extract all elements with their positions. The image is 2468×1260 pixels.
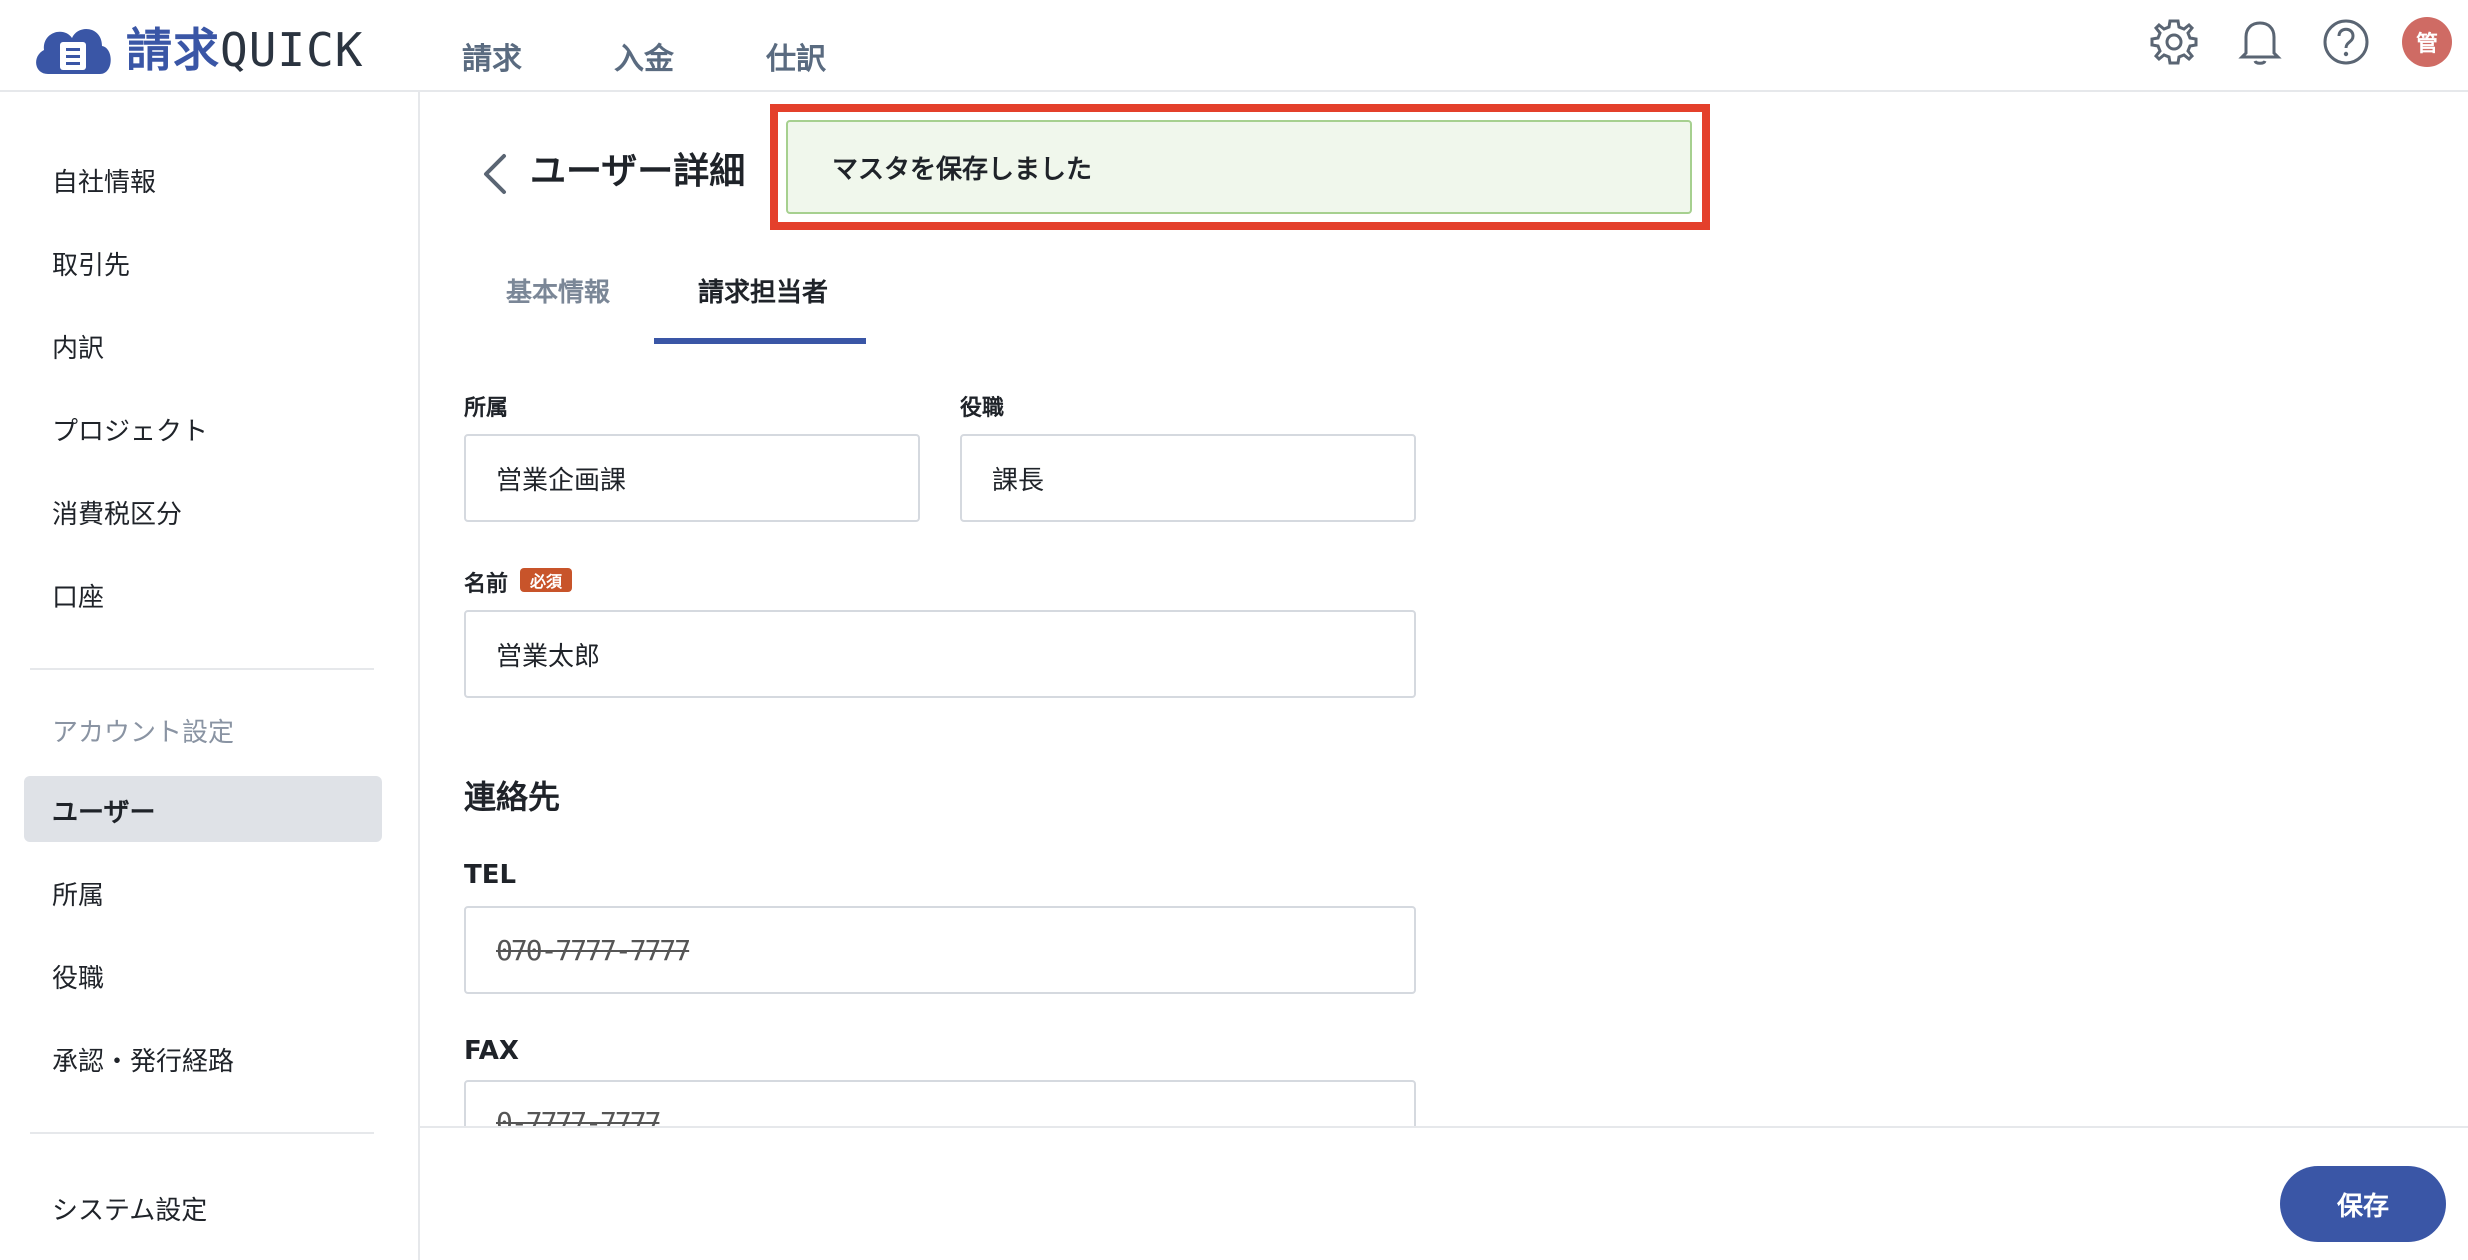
- name-label: 名前: [464, 572, 509, 597]
- sidebar-item-positions[interactable]: 役職: [52, 958, 104, 995]
- active-tab-indicator: [654, 338, 866, 344]
- sidebar-item-tax-category[interactable]: 消費税区分: [52, 494, 182, 531]
- affiliation-field[interactable]: 営業企画課: [464, 434, 920, 522]
- app-logo[interactable]: 請求QUICK: [30, 14, 363, 80]
- sidebar-item-affiliations[interactable]: 所属: [52, 875, 104, 912]
- fax-label: FAX: [464, 1036, 519, 1066]
- fax-field[interactable]: 0-7777-7777: [464, 1080, 1416, 1126]
- logo-text-secondary: QUICK: [220, 23, 364, 77]
- bell-icon[interactable]: [2232, 14, 2288, 70]
- help-icon[interactable]: [2318, 14, 2374, 70]
- top-bar: 請求QUICK 請求 入金 仕訳 管: [0, 0, 2468, 92]
- name-field[interactable]: 営業太郎: [464, 610, 1416, 698]
- sidebar-item-bank-account[interactable]: 口座: [52, 577, 104, 614]
- required-badge: 必須: [520, 568, 572, 592]
- sidebar-divider: [30, 668, 374, 670]
- fax-value: 0-7777-7777: [496, 1106, 661, 1126]
- logo-text: 請求QUICK: [126, 14, 363, 80]
- tel-field[interactable]: 070-7777-7777: [464, 906, 1416, 994]
- name-value: 営業太郎: [496, 641, 601, 672]
- header-icons: 管: [2116, 14, 2452, 70]
- sidebar-item-system-settings[interactable]: システム設定: [52, 1190, 207, 1227]
- sidebar-item-projects[interactable]: プロジェクト: [52, 411, 208, 448]
- top-navigation: 請求 入金 仕訳: [462, 34, 918, 78]
- footer-bar: 保存: [420, 1126, 2468, 1260]
- gear-icon[interactable]: [2146, 14, 2202, 70]
- sidebar-divider: [30, 1132, 374, 1134]
- sidebar-item-clients[interactable]: 取引先: [52, 245, 130, 282]
- position-value: 課長: [992, 465, 1045, 496]
- tel-label: TEL: [464, 860, 517, 890]
- logo-text-primary: 請求: [126, 23, 220, 77]
- nav-item-journal[interactable]: 仕訳: [766, 34, 826, 78]
- tab-billing-contact[interactable]: 請求担当者: [698, 272, 828, 309]
- position-field[interactable]: 課長: [960, 434, 1416, 522]
- page-title: ユーザー詳細: [530, 151, 746, 192]
- tab-basic-info[interactable]: 基本情報: [506, 272, 610, 309]
- sidebar-item-breakdown[interactable]: 内訳: [52, 328, 104, 365]
- tel-value: 070-7777-7777: [496, 933, 691, 967]
- position-label: 役職: [960, 396, 1005, 421]
- sidebar: 自社情報 取引先 内訳 プロジェクト 消費税区分 口座 アカウント設定 ユーザー…: [0, 92, 420, 1260]
- main-content: ユーザー詳細 基本情報 請求担当者 所属 営業企画課 役職 課長 名前 必須 営…: [420, 92, 2468, 1126]
- back-chevron-icon[interactable]: [474, 144, 514, 204]
- nav-item-billing[interactable]: 請求: [462, 34, 522, 78]
- save-button[interactable]: 保存: [2280, 1166, 2446, 1242]
- sidebar-item-company-info[interactable]: 自社情報: [52, 162, 156, 199]
- toast-message: マスタを保存しました: [832, 154, 1093, 185]
- sidebar-group-account-settings: アカウント設定: [52, 718, 235, 748]
- logo-cloud-icon: [30, 16, 114, 78]
- sidebar-item-approval-route[interactable]: 承認・発行経路: [52, 1041, 234, 1078]
- affiliation-value: 営業企画課: [496, 465, 627, 496]
- avatar[interactable]: 管: [2402, 17, 2452, 67]
- sidebar-item-users[interactable]: ユーザー: [52, 792, 155, 829]
- success-toast: マスタを保存しました: [786, 120, 1692, 214]
- nav-item-payment[interactable]: 入金: [614, 34, 674, 78]
- contact-section-heading: 連絡先: [464, 778, 561, 816]
- affiliation-label: 所属: [464, 396, 509, 421]
